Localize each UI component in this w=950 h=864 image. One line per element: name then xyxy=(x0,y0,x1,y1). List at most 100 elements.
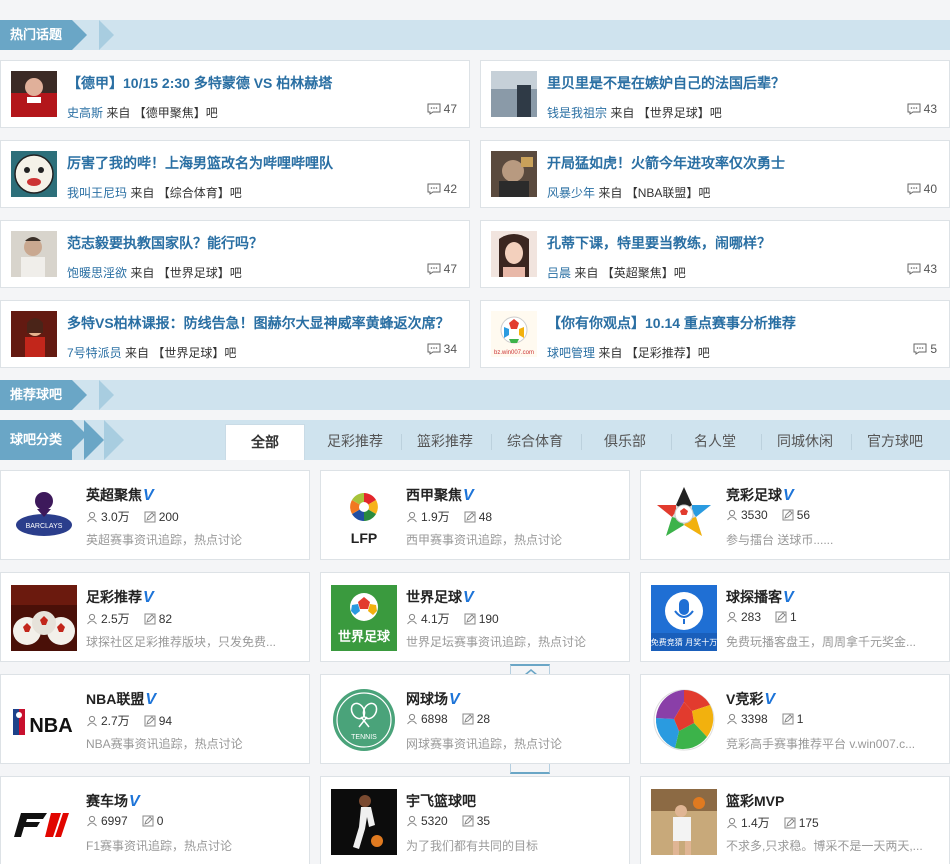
topic-item[interactable]: 多特VS柏林课报：防线告急！图赫尔大显神威率黄蜂返次席？ 7号特派员 来自 【世… xyxy=(0,300,470,368)
verified-icon: V xyxy=(449,691,460,708)
edit-icon xyxy=(782,713,794,725)
basketball-mvp-logo xyxy=(651,789,717,855)
edit-icon xyxy=(784,817,796,829)
tab-hall-of-fame[interactable]: 名人堂 xyxy=(675,424,755,460)
topic-user[interactable]: 饱暖思淫欲 xyxy=(67,266,127,280)
verified-icon: V xyxy=(143,589,154,606)
topic-user[interactable]: 球吧管理 xyxy=(547,346,595,360)
user-icon xyxy=(727,509,737,521)
svg-text:免费竞猜 月奖十万: 免费竞猜 月奖十万 xyxy=(651,637,717,647)
topic-item[interactable]: 开局猛如虎！火箭今年进攻率仅次勇士 风暴少年 来自 【NBA联盟】吧 40 xyxy=(480,140,950,208)
bar-card[interactable]: 赛车场V 6997 0 F1赛事资讯追踪，热点讨论 xyxy=(0,776,310,864)
bar-name[interactable]: 西甲聚焦V xyxy=(406,485,474,505)
v-lottery-logo xyxy=(651,687,717,753)
tab-club[interactable]: 俱乐部 xyxy=(585,424,665,460)
topic-user[interactable]: 风暴少年 xyxy=(547,186,595,200)
topic-user[interactable]: 我叫王尼玛 xyxy=(67,186,127,200)
bar-stats: 1.9万 48 xyxy=(406,508,492,525)
bar-stats: 1.4万 175 xyxy=(726,814,819,831)
bar-name[interactable]: 足彩推荐V xyxy=(86,587,154,607)
topic-user[interactable]: 7号特派员 xyxy=(67,346,122,360)
bar-name[interactable]: 篮彩MVP xyxy=(726,791,784,811)
comment-icon xyxy=(907,183,921,195)
bar-desc: 英超赛事资讯追踪，热点讨论 xyxy=(86,533,243,547)
bar-desc: 竞彩高手赛事推荐平台 v.win007.c... xyxy=(726,737,916,751)
bar-desc: 参与擂台 送球币...... xyxy=(726,533,834,547)
bar-name[interactable]: V竞彩V xyxy=(726,689,775,709)
comment-icon xyxy=(427,183,441,195)
bar-desc: NBA赛事资讯追踪，热点讨论 xyxy=(86,737,243,751)
verified-icon: V xyxy=(783,589,794,606)
topic-bar[interactable]: 【英超聚焦】吧 xyxy=(602,266,686,280)
tab-local[interactable]: 同城休闲 xyxy=(765,424,845,460)
bar-name[interactable]: 球探播客V xyxy=(726,587,794,607)
tab-official[interactable]: 官方球吧 xyxy=(855,424,935,460)
topic-title[interactable]: 厉害了我的哔！上海男篮改名为哔哩哔哩队 xyxy=(67,153,333,173)
bar-card[interactable]: 足彩推荐V 2.5万 82 球探社区足彩推荐版块，只发免费... xyxy=(0,572,310,662)
bar-card[interactable]: 竞彩足球V 3530 56 参与擂台 送球币...... xyxy=(640,470,950,560)
tab-lottery[interactable]: 足彩推荐 xyxy=(315,424,395,460)
bar-name[interactable]: 网球场V xyxy=(406,689,460,709)
topic-title[interactable]: 开局猛如虎！火箭今年进攻率仅次勇士 xyxy=(547,153,785,173)
topic-bar[interactable]: 【世界足球】吧 xyxy=(152,346,236,360)
topic-meta: 球吧管理 来自 【足彩推荐】吧 xyxy=(547,346,710,360)
bar-card[interactable]: TENNIS 网球场V 6898 28 网球赛事资讯追踪，热点讨论 xyxy=(320,674,630,764)
bar-name[interactable]: 世界足球V xyxy=(406,587,474,607)
topic-item[interactable]: 范志毅要执教国家队？能行吗？ 饱暖思淫欲 来自 【世界足球】吧 47 xyxy=(0,220,470,288)
topic-title[interactable]: 多特VS柏林课报：防线告急！图赫尔大显神威率黄蜂返次席？ xyxy=(67,313,450,333)
comment-count: 47 xyxy=(427,262,457,276)
verified-icon: V xyxy=(143,487,154,504)
topic-item[interactable]: 【德甲】10/15 2:30 多特蒙德 VS 柏林赫塔 史高斯 来自 【德甲聚焦… xyxy=(0,60,470,128)
topic-bar[interactable]: 【足彩推荐】吧 xyxy=(626,346,710,360)
edit-icon xyxy=(462,713,474,725)
user-icon xyxy=(87,715,97,727)
premier-league-logo: BARCLAYS xyxy=(11,483,77,549)
bar-name[interactable]: 英超聚焦V xyxy=(86,485,154,505)
topic-title[interactable]: 【你有你观点】10.14 重点赛事分析推荐 xyxy=(547,313,796,333)
edit-icon xyxy=(144,613,156,625)
topic-item[interactable]: 里贝里是不是在嫉妒自己的法国后辈？ 钱是我祖宗 来自 【世界足球】吧 43 xyxy=(480,60,950,128)
bar-card[interactable]: 篮彩MVP 1.4万 175 不求多,只求稳。博采不是一天两天,... xyxy=(640,776,950,864)
topic-item[interactable]: 孔蒂下课，特里要当教练，闹哪样？ 吕晨 来自 【英超聚焦】吧 43 xyxy=(480,220,950,288)
topic-title[interactable]: 里贝里是不是在嫉妒自己的法国后辈？ xyxy=(547,73,785,93)
user-icon xyxy=(407,815,417,827)
tab-general[interactable]: 综合体育 xyxy=(495,424,575,460)
bar-card[interactable]: V竞彩V 3398 1 竞彩高手赛事推荐平台 v.win007.c... xyxy=(640,674,950,764)
topic-user[interactable]: 钱是我祖宗 xyxy=(547,106,607,120)
bar-card[interactable]: 免费竞猜 月奖十万 球探播客V 283 1 免费玩播客盘王，周周拿千元奖金... xyxy=(640,572,950,662)
bar-card[interactable]: 世界足球 世界足球V 4.1万 190 世界足坛赛事资讯追踪，热点讨论 xyxy=(320,572,630,662)
bar-card[interactable]: LFP 西甲聚焦V 1.9万 48 西甲赛事资讯追踪，热点讨论 xyxy=(320,470,630,560)
bar-name[interactable]: NBA联盟V xyxy=(86,689,156,709)
bar-stats: 6997 0 xyxy=(86,814,163,828)
comment-count: 40 xyxy=(907,182,937,196)
topic-user[interactable]: 史高斯 xyxy=(67,106,103,120)
topic-bar[interactable]: 【世界足球】吧 xyxy=(158,266,242,280)
tab-basketball[interactable]: 篮彩推荐 xyxy=(405,424,485,460)
category-arrow-decor xyxy=(104,420,124,460)
topic-thumb xyxy=(491,151,537,197)
comment-icon xyxy=(907,103,921,115)
bar-name[interactable]: 赛车场V xyxy=(86,791,140,811)
tennis-logo: TENNIS xyxy=(331,687,397,753)
bar-stats: 3.0万 200 xyxy=(86,508,179,525)
bar-card[interactable]: 宇飞篮球吧 5320 35 为了我们都有共同的目标 xyxy=(320,776,630,864)
tab-all[interactable]: 全部 xyxy=(225,424,305,460)
topic-bar[interactable]: 【世界足球】吧 xyxy=(638,106,722,120)
topic-bar[interactable]: 【德甲聚焦】吧 xyxy=(134,106,218,120)
topic-bar[interactable]: 【综合体育】吧 xyxy=(158,186,242,200)
verified-icon: V xyxy=(764,691,776,708)
bar-card[interactable]: NBA NBA联盟V 2.7万 94 NBA赛事资讯追踪，热点讨论 xyxy=(0,674,310,764)
comment-count: 34 xyxy=(427,342,457,356)
topic-item[interactable]: bz.win007.com 【你有你观点】10.14 重点赛事分析推荐 球吧管理… xyxy=(480,300,950,368)
bar-card[interactable]: BARCLAYS 英超聚焦V 3.0万 200 英超赛事资讯追踪，热点讨论 xyxy=(0,470,310,560)
topic-item[interactable]: 厉害了我的哔！上海男篮改名为哔哩哔哩队 我叫王尼玛 来自 【综合体育】吧 42 xyxy=(0,140,470,208)
bar-name[interactable]: 宇飞篮球吧 xyxy=(406,791,476,811)
bar-name[interactable]: 竞彩足球V xyxy=(726,485,794,505)
topic-title[interactable]: 范志毅要执教国家队？能行吗？ xyxy=(67,233,263,253)
verified-icon: V xyxy=(129,793,140,810)
bar-stats: 3530 56 xyxy=(726,508,810,522)
topic-title[interactable]: 孔蒂下课，特里要当教练，闹哪样？ xyxy=(547,233,771,253)
topic-bar[interactable]: 【NBA联盟】吧 xyxy=(626,186,711,200)
topic-title[interactable]: 【德甲】10/15 2:30 多特蒙德 VS 柏林赫塔 xyxy=(67,73,332,93)
topic-user[interactable]: 吕晨 xyxy=(547,266,571,280)
